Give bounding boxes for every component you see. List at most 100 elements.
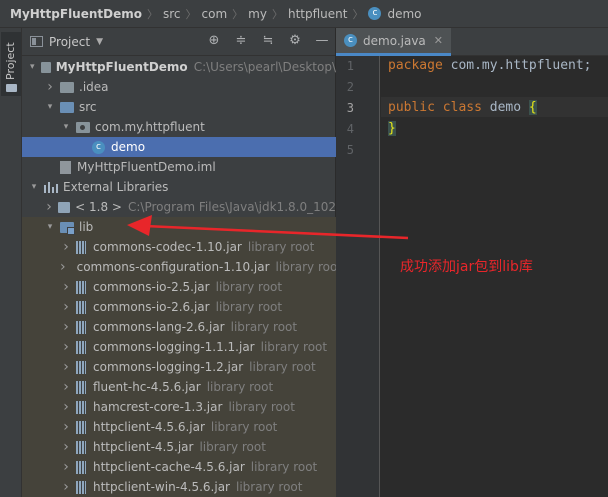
line-number: 4 [346, 122, 354, 136]
tree-item-hint: library root [206, 380, 274, 394]
breadcrumb-item[interactable]: com [202, 7, 228, 21]
chevron-right-icon[interactable]: › [60, 459, 72, 475]
tree-item-label: lib [79, 220, 94, 234]
chevron-down-icon[interactable]: ▾ [28, 62, 37, 72]
chevron-right-icon[interactable]: › [60, 319, 72, 335]
tree-item-label: MyHttpFluentDemo.iml [77, 160, 216, 174]
chevron-down-icon[interactable]: ▾ [28, 182, 40, 192]
tree-item-label: httpclient-4.5.jar [93, 440, 194, 454]
breadcrumb-item[interactable]: httpfluent [288, 7, 348, 21]
jdk-icon [58, 201, 71, 213]
tree-item-label: hamcrest-core-1.3.jar [93, 400, 223, 414]
chevron-right-icon[interactable]: › [60, 479, 72, 495]
target-icon[interactable]: ⊕ [207, 34, 221, 48]
jar-icon [76, 400, 86, 414]
expand-all-icon[interactable]: ≒ [261, 34, 275, 48]
tab-demo-java[interactable]: c demo.java ✕ [336, 28, 451, 56]
tree-row[interactable]: › commons-io-2.5.jar library root [22, 277, 336, 297]
chevron-right-icon[interactable]: › [60, 399, 72, 415]
chevron-right-icon[interactable]: › [60, 439, 72, 455]
tree-row[interactable]: › hamcrest-core-1.3.jar library root [22, 397, 336, 417]
tree-row[interactable]: › commons-logging-1.1.1.jar library root [22, 337, 336, 357]
project-view-selector[interactable]: Project [49, 35, 90, 49]
tree-row[interactable]: › commons-lang-2.6.jar library root [22, 317, 336, 337]
tree-item-label: commons-codec-1.10.jar [93, 240, 242, 254]
tree-row[interactable]: ▾ lib [22, 217, 336, 237]
java-class-icon: c [92, 140, 105, 154]
chevron-right-icon: 〉 [185, 7, 197, 21]
tree-item-hint: library root [230, 320, 298, 334]
chevron-right-icon[interactable]: › [60, 419, 72, 435]
tree-row[interactable]: ▾ MyHttpFluentDemo C:\Users\pearl\Desktop\ [22, 57, 336, 77]
tree-item-hint: library root [199, 440, 266, 454]
tree-row[interactable]: ▾ com.my.httpfluent [22, 117, 336, 137]
tree-row[interactable]: › httpclient-win-4.5.6.jar library root [22, 477, 336, 497]
tree-item-label: commons-io-2.6.jar [93, 300, 210, 314]
tree-item-hint: library root [228, 400, 295, 414]
tree-item-hint: library root [210, 420, 278, 434]
tree-item-hint: library root [249, 360, 316, 374]
breadcrumb-item[interactable]: MyHttpFluentDemo [10, 7, 142, 21]
tree-row[interactable]: › .idea [22, 77, 336, 97]
breadcrumb-item[interactable]: src [163, 7, 181, 21]
folder-icon [60, 81, 74, 93]
tree-row[interactable]: › commons-configuration-1.10.jar library r… [22, 257, 336, 277]
java-class-icon: c [344, 34, 357, 47]
library-folder-icon [60, 221, 75, 235]
jar-icon [76, 480, 86, 494]
jar-icon [76, 460, 86, 474]
chevron-right-icon: 〉 [147, 7, 158, 21]
chevron-right-icon[interactable]: › [44, 199, 54, 215]
tree-row[interactable]: › commons-io-2.6.jar library root [22, 297, 336, 317]
tree-item-hint: C:\Program Files\Java\jdk1.8.0_102 [127, 200, 336, 214]
tree-row[interactable]: › commons-codec-1.10.jar library root [22, 237, 336, 257]
chevron-right-icon[interactable]: › [60, 259, 66, 275]
tree-row[interactable]: › < 1.8 > C:\Program Files\Java\jdk1.8.0_1… [22, 197, 336, 217]
project-tool-tab[interactable]: Project [1, 32, 21, 96]
tree-row[interactable]: MyHttpFluentDemo.iml [22, 157, 336, 177]
tree-row[interactable]: ▾ External Libraries [22, 177, 336, 197]
code-line: package com.my.httpfluent; [388, 58, 592, 73]
tree-row[interactable]: › fluent-hc-4.5.6.jar library root [22, 377, 336, 397]
tree-item-label: commons-logging-1.1.1.jar [93, 340, 255, 354]
tree-row[interactable]: › httpclient-4.5.jar library root [22, 437, 336, 457]
tree-item-label: < 1.8 > [75, 200, 122, 214]
chevron-down-icon[interactable]: ▼ [96, 37, 103, 47]
chevron-down-icon[interactable]: ▾ [44, 222, 56, 232]
tree-item-label: MyHttpFluentDemo [55, 60, 188, 74]
jar-icon [76, 300, 86, 314]
code-token: public [388, 100, 443, 115]
gear-icon[interactable]: ⚙ [288, 34, 302, 48]
java-class-icon: c [368, 7, 382, 20]
code-editor[interactable]: package com.my.httpfluent; public class d… [388, 56, 608, 497]
project-tree: ▾ MyHttpFluentDemo C:\Users\pearl\Desktop\… [22, 57, 336, 497]
tree-row[interactable]: ▾ src [22, 97, 336, 117]
tree-row[interactable]: › commons-logging-1.2.jar library root [22, 357, 336, 377]
jar-icon [76, 440, 86, 454]
tree-row[interactable]: › httpclient-cache-4.5.6.jar library root [22, 457, 336, 477]
chevron-down-icon[interactable]: ▾ [60, 122, 72, 132]
folder-icon [6, 84, 17, 92]
chevron-down-icon[interactable]: ▾ [44, 102, 56, 112]
minimize-icon[interactable]: — [315, 34, 329, 48]
collapse-all-icon[interactable]: ≑ [234, 34, 248, 48]
breadcrumb-item[interactable]: demo [387, 7, 421, 21]
breadcrumb-item[interactable]: my [248, 7, 267, 21]
chevron-right-icon[interactable]: › [60, 279, 72, 295]
chevron-right-icon[interactable]: › [44, 79, 56, 95]
chevron-right-icon[interactable]: › [60, 299, 72, 315]
close-icon[interactable]: ✕ [434, 34, 443, 47]
tree-row[interactable]: c demo [22, 137, 336, 157]
code-token: package [388, 58, 451, 73]
chevron-right-icon[interactable]: › [60, 379, 72, 395]
jar-icon [76, 280, 86, 294]
chevron-right-icon[interactable]: › [60, 359, 72, 375]
chevron-right-icon[interactable]: › [60, 339, 72, 355]
tree-item-label: src [79, 100, 97, 114]
code-line: public class demo { [388, 100, 537, 115]
tree-item-label: com.my.httpfluent [95, 120, 205, 134]
line-number: 3 [346, 101, 354, 115]
chevron-right-icon[interactable]: › [60, 239, 72, 255]
external-libraries-icon [44, 181, 58, 193]
tree-row[interactable]: › httpclient-4.5.6.jar library root [22, 417, 336, 437]
